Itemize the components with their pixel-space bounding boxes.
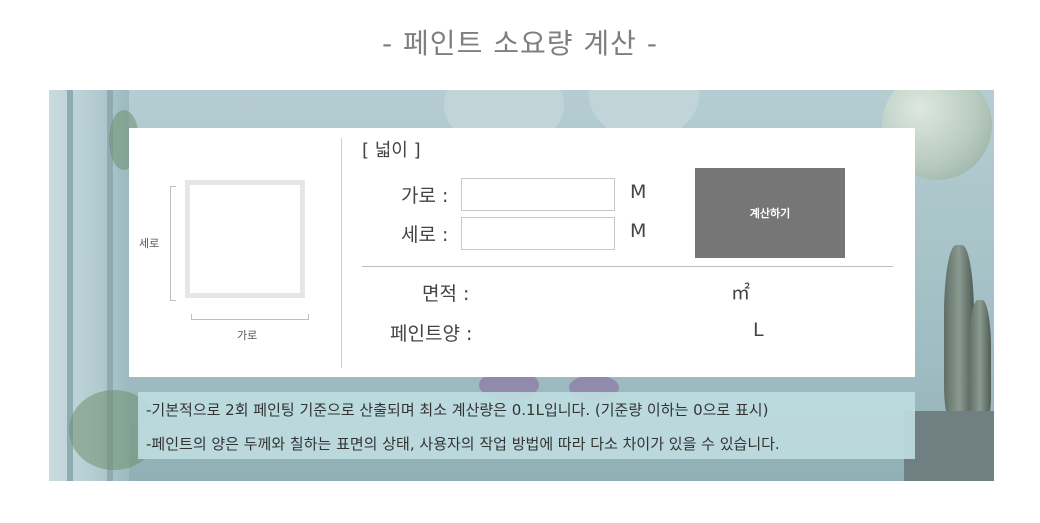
diagram-width-label: 가로 xyxy=(237,329,258,342)
width-unit: M xyxy=(630,181,647,203)
calculate-button[interactable]: 계산하기 xyxy=(695,168,845,258)
result-divider xyxy=(362,266,893,267)
section-title: [ 넓이 ] xyxy=(362,140,421,161)
calculator-panel: 세로 가로 [ 넓이 ] 가로 : M 세로 : M 계산하기 면적 : ㎡ 페… xyxy=(129,128,915,377)
width-label: 가로 : xyxy=(401,185,449,207)
area-label: 면적 : xyxy=(422,283,470,305)
width-input[interactable] xyxy=(461,178,615,211)
background-bottle xyxy=(969,300,991,420)
note-line: -기본적으로 2회 페인팅 기준으로 산출되며 최소 계산량은 0.1L입니다.… xyxy=(146,401,769,419)
area-diagram: 세로 가로 xyxy=(129,128,342,377)
height-unit: M xyxy=(630,220,647,242)
diagram-height-label: 세로 xyxy=(139,237,160,250)
page-title: - 페인트 소요량 계산 - xyxy=(382,27,658,60)
note-line: -페인트의 양은 두께와 칠하는 표면의 상태, 사용자의 작업 방법에 따라 … xyxy=(146,435,780,453)
height-dimension-line xyxy=(170,186,176,301)
height-label: 세로 : xyxy=(401,224,449,246)
height-input[interactable] xyxy=(461,217,615,250)
paint-amount-label: 페인트양 : xyxy=(390,323,473,345)
area-unit: ㎡ xyxy=(731,282,751,304)
background-table xyxy=(904,411,994,481)
area-square-shape xyxy=(185,180,305,298)
notes-box: -기본적으로 2회 페인팅 기준으로 산출되며 최소 계산량은 0.1L입니다.… xyxy=(138,392,915,459)
hero-background: 세로 가로 [ 넓이 ] 가로 : M 세로 : M 계산하기 면적 : ㎡ 페… xyxy=(49,90,994,481)
width-dimension-line xyxy=(191,314,309,320)
panel-divider xyxy=(341,138,342,368)
paint-amount-unit: L xyxy=(753,319,764,341)
